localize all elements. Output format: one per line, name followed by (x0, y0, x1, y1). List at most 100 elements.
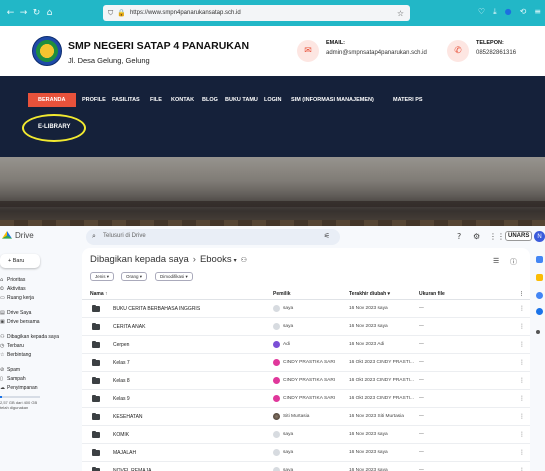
column-header-menu-icon[interactable]: ⋮ (519, 291, 524, 297)
keep-icon[interactable] (536, 274, 543, 281)
more-options-icon[interactable]: ⋮ (519, 449, 525, 456)
nav-sim[interactable]: SIM (INFORMASI MANAJEMEN) (285, 93, 380, 107)
account-avatar[interactable]: N (534, 231, 545, 242)
file-size: — (419, 432, 424, 437)
help-icon[interactable]: ? (457, 232, 461, 241)
file-owner: CINDY PRASTIKA SARI (283, 396, 336, 401)
more-options-icon[interactable]: ⋮ (519, 359, 525, 366)
drive-search-input[interactable]: ⌕ Telusuri di Drive ⚟ (86, 229, 340, 245)
file-name[interactable]: KOMIK (113, 432, 129, 438)
tasks-icon[interactable] (536, 292, 543, 299)
file-name[interactable]: Cerpen (113, 342, 129, 348)
filter-chip-jenis[interactable]: Jenis ▾ (90, 272, 115, 281)
more-options-icon[interactable]: ⋮ (519, 305, 525, 312)
sidebar-item-sampah[interactable]: ▯ Sampah (0, 376, 26, 382)
search-icon[interactable]: ⌕ (92, 232, 96, 241)
sidebar-item-aktivitas[interactable]: ⏲ Aktivitas (0, 286, 26, 292)
calendar-icon[interactable] (536, 256, 543, 263)
menu-icon[interactable]: ≡ (534, 7, 541, 17)
file-row[interactable]: Kelas 7 CINDY PRASTIKA SARI 16 Okt 2023 CI… (82, 354, 530, 372)
pocket-icon[interactable]: ♡ (478, 7, 485, 17)
column-header-name[interactable]: Nama ↑ (90, 291, 108, 297)
nav-beranda[interactable]: BERANDA (28, 93, 76, 107)
nav-materi-ps[interactable]: MATERI PS (387, 93, 429, 107)
more-options-icon[interactable]: ⋮ (519, 467, 525, 471)
breadcrumb-current-folder[interactable]: Ebooks (200, 254, 232, 265)
file-row[interactable]: Cerpen Adi 16 Nov 2023 Adi — ⋮ (82, 336, 530, 354)
sidebar-item-terbaru[interactable]: ◷ Terbaru (0, 343, 24, 349)
nav-fasilitas[interactable]: FASILITAS (106, 93, 146, 107)
more-options-icon[interactable]: ⋮ (519, 395, 525, 402)
apps-grid-icon[interactable]: ⋮⋮ (489, 232, 505, 241)
file-name[interactable]: KESEHATAN (113, 414, 143, 420)
settings-icon[interactable]: ⚙ (473, 232, 480, 241)
file-name[interactable]: BUKU CERITA BERBAHASA INGGRIS (113, 306, 200, 312)
sidebar-item-spam[interactable]: ⊘ Spam (0, 367, 20, 373)
more-options-icon[interactable]: ⋮ (519, 323, 525, 330)
more-options-icon[interactable]: ⋮ (519, 413, 525, 420)
column-header-owner[interactable]: Pemilik (273, 291, 291, 297)
drive-logo-icon[interactable] (2, 231, 12, 239)
chevron-down-icon[interactable]: ▾ (234, 257, 237, 264)
file-row[interactable]: KOMIK saya 16 Nov 2023 saya — ⋮ (82, 426, 530, 444)
list-view-icon[interactable]: ☰ (493, 257, 499, 265)
more-options-icon[interactable]: ⋮ (519, 341, 525, 348)
column-header-modified[interactable]: Terakhir diubah ▾ (349, 291, 390, 297)
file-row[interactable]: MAJALAH saya 16 Nov 2023 saya — ⋮ (82, 444, 530, 462)
info-icon[interactable]: ⓘ (510, 257, 517, 267)
new-button[interactable]: + Baru (0, 254, 40, 268)
forward-arrow-icon[interactable]: → (17, 8, 30, 18)
file-name[interactable]: Kelas 7 (113, 360, 130, 366)
sidebar-item-drive-saya[interactable]: ▤ Drive Saya (0, 310, 31, 316)
phone-value[interactable]: 085282861316 (476, 50, 516, 56)
file-owner: saya (283, 450, 294, 455)
shield-icon[interactable]: ⛉ (108, 9, 113, 18)
file-row[interactable]: CERITA ANAK saya 16 Nov 2023 saya — ⋮ (82, 318, 530, 336)
file-name[interactable]: MAJALAH (113, 450, 136, 456)
filter-icon[interactable]: ⚟ (324, 232, 330, 240)
sidebar-item-ruang-kerja[interactable]: ▭ Ruang kerja (0, 295, 34, 301)
file-name[interactable]: Kelas 9 (113, 396, 130, 402)
sidebar-item-dibagikan[interactable]: ⚇ Dibagikan kepada saya (0, 334, 59, 340)
org-badge[interactable]: UNARS (505, 231, 533, 241)
more-options-icon[interactable]: ⋮ (519, 377, 525, 384)
file-name[interactable]: CERITA ANAK (113, 324, 145, 330)
folder-icon (92, 341, 100, 348)
filter-chip-orang[interactable]: Orang ▾ (121, 272, 148, 281)
column-header-size[interactable]: Ukuran file (419, 291, 445, 297)
school-name[interactable]: SMP NEGERI SATAP 4 PANARUKAN (68, 40, 249, 52)
home-icon[interactable]: ⌂ (43, 8, 56, 18)
nav-kontak[interactable]: KONTAK (165, 93, 200, 107)
sidebar-item-drive-bersama[interactable]: ▣ Drive bersama (0, 319, 40, 325)
school-logo[interactable] (32, 36, 62, 66)
filter-chip-dimodifikasi[interactable]: Dimodifikasi ▾ (155, 272, 193, 281)
sidebar-item-penyimpanan[interactable]: ☁ Penyimpanan (0, 385, 38, 391)
file-row[interactable]: BUKU CERITA BERBAHASA INGGRIS saya 16 Nov … (82, 300, 530, 318)
email-value[interactable]: admin@smpnsatap4panarukan.sch.id (326, 50, 427, 56)
back-arrow-icon[interactable]: ← (4, 8, 17, 18)
extension-icon[interactable]: ● (505, 7, 512, 17)
lock-icon[interactable]: 🔒 (117, 9, 126, 17)
url-bar[interactable]: ⛉ 🔒 https://www.smpn4panarukansatap.sch.… (103, 5, 410, 21)
sidebar-item-prioritas[interactable]: ⌂ Prioritas (0, 277, 25, 283)
breadcrumb-shared[interactable]: Dibagikan kepada saya (90, 254, 189, 265)
file-name[interactable]: Kelas 8 (113, 378, 130, 384)
file-row[interactable]: Kelas 9 CINDY PRASTIKA SARI 16 Okt 2023 CI… (82, 390, 530, 408)
download-icon[interactable]: ⤓ (493, 7, 497, 17)
url-text[interactable]: https://www.smpn4panarukansatap.sch.id (130, 10, 241, 16)
collapse-arrow-icon[interactable] (536, 330, 540, 334)
more-options-icon[interactable]: ⋮ (519, 431, 525, 438)
shared-people-icon[interactable]: ⚇ (241, 256, 247, 264)
nav-login[interactable]: LOGIN (258, 93, 287, 107)
contacts-icon[interactable] (536, 308, 543, 315)
bookmark-star-icon[interactable]: ☆ (397, 9, 404, 18)
drive-icon: ▤ (0, 310, 5, 316)
hero-banner-image (0, 157, 545, 226)
file-row[interactable]: KESEHATAN Siti Murtasia 16 Nov 2023 Siti M… (82, 408, 530, 426)
file-row[interactable]: Kelas 8 CINDY PRASTIKA SARI 16 Okt 2023 CI… (82, 372, 530, 390)
reload-icon[interactable]: ↻ (30, 8, 43, 18)
drive-title[interactable]: Drive (15, 231, 34, 240)
history-icon[interactable]: ⟲ (520, 7, 527, 17)
file-row[interactable]: NOVEL REMAJA saya 16 Nov 2023 saya — ⋮ (82, 462, 530, 471)
sidebar-item-berbintang[interactable]: ☆ Berbintang (0, 352, 31, 358)
